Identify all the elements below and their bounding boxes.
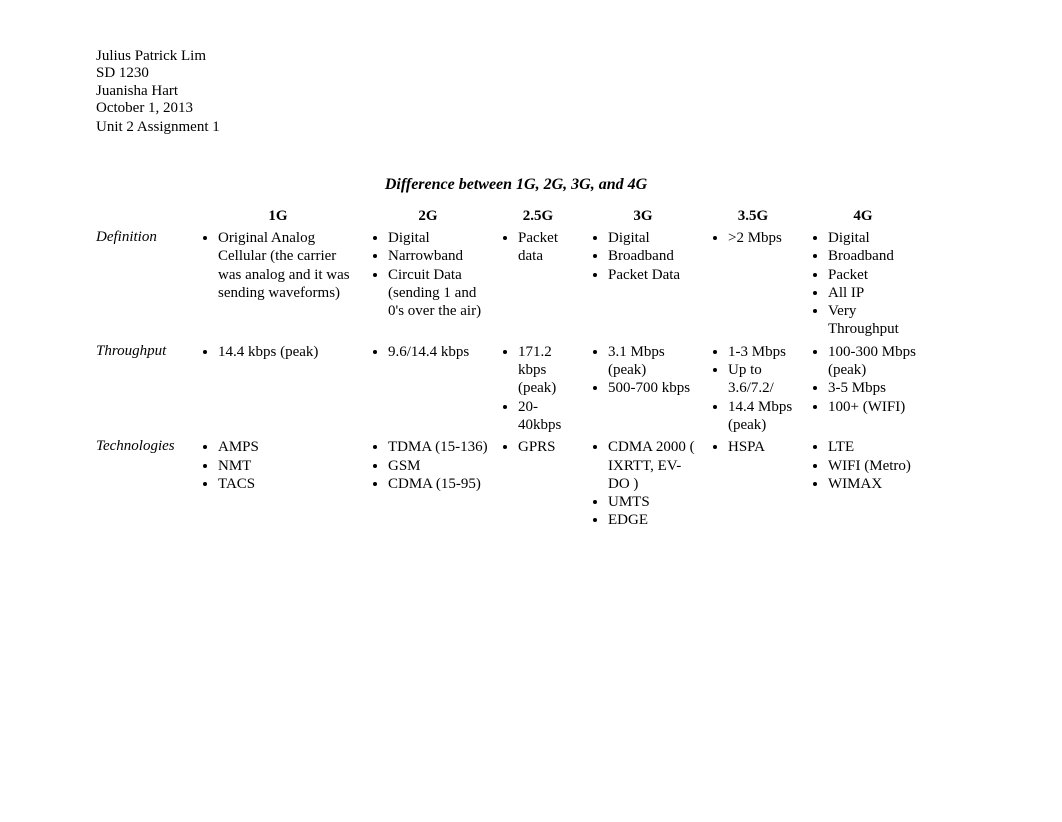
cell-list: 3.1 Mbps (peak)500-700 kbps — [586, 343, 700, 398]
cell-list: 9.6/14.4 kbps — [366, 343, 490, 361]
col-1g: 1G — [196, 208, 366, 229]
list-item: 3-5 Mbps — [828, 379, 920, 397]
row-label: Technologies — [96, 438, 196, 533]
cell-list: Packet data — [496, 229, 580, 266]
assignment-title: Unit 2 Assignment 1 — [96, 119, 1062, 136]
table-header-row: 1G 2G 2.5G 3G 3.5G 4G — [96, 208, 926, 229]
list-item: CDMA 2000 ( IXRTT, EV-DO ) — [608, 438, 700, 493]
list-item: GPRS — [518, 438, 580, 456]
cell-list: 1-3 MbpsUp to 3.6/7.2/14.4 Mbps (peak) — [706, 343, 800, 434]
list-item: 1-3 Mbps — [728, 343, 800, 361]
row-label: Throughput — [96, 343, 196, 438]
cell-list: 171.2 kbps (peak)20-40kbps — [496, 343, 580, 434]
cell-list: DigitalBroadbandPacketAll IPVery Through… — [806, 229, 920, 339]
cell-list: TDMA (15-136)GSMCDMA (15-95) — [366, 438, 490, 493]
cell-list: CDMA 2000 ( IXRTT, EV-DO )UMTSEDGE — [586, 438, 700, 529]
list-item: 171.2 kbps (peak) — [518, 343, 580, 398]
list-item: AMPS — [218, 438, 360, 456]
table-cell: DigitalNarrowbandCircuit Data (sending 1… — [366, 229, 496, 343]
list-item: Digital — [388, 229, 490, 247]
instructor: Juanisha Hart — [96, 83, 1062, 100]
list-item: Circuit Data (sending 1 and 0's over the… — [388, 266, 490, 321]
cell-list: 100-300 Mbps (peak)3-5 Mbps100+ (WIFI) — [806, 343, 920, 416]
cell-list: LTEWIFI (Metro)WIMAX — [806, 438, 920, 493]
list-item: LTE — [828, 438, 920, 456]
cell-list: HSPA — [706, 438, 800, 456]
table-cell: >2 Mbps — [706, 229, 806, 343]
table-cell: 1-3 MbpsUp to 3.6/7.2/14.4 Mbps (peak) — [706, 343, 806, 438]
cell-list: >2 Mbps — [706, 229, 800, 247]
cell-list: DigitalNarrowbandCircuit Data (sending 1… — [366, 229, 490, 320]
list-item: TACS — [218, 475, 360, 493]
list-item: HSPA — [728, 438, 800, 456]
date: October 1, 2013 — [96, 100, 1062, 117]
list-item: Packet — [828, 266, 920, 284]
list-item: UMTS — [608, 493, 700, 511]
list-item: NMT — [218, 457, 360, 475]
list-item: WIFI (Metro) — [828, 457, 920, 475]
table-row: TechnologiesAMPSNMTTACSTDMA (15-136)GSMC… — [96, 438, 926, 533]
list-item: WIMAX — [828, 475, 920, 493]
table-cell: 171.2 kbps (peak)20-40kbps — [496, 343, 586, 438]
table-cell: Original Analog Cellular (the carrier wa… — [196, 229, 366, 343]
col-4g: 4G — [806, 208, 926, 229]
table-cell: Packet data — [496, 229, 586, 343]
list-item: Original Analog Cellular (the carrier wa… — [218, 229, 360, 302]
list-item: 100+ (WIFI) — [828, 398, 920, 416]
list-item: 14.4 kbps (peak) — [218, 343, 360, 361]
list-item: 500-700 kbps — [608, 379, 700, 397]
cell-list: AMPSNMTTACS — [196, 438, 360, 493]
list-item: 20-40kbps — [518, 398, 580, 435]
list-item: GSM — [388, 457, 490, 475]
list-item: Up to 3.6/7.2/ — [728, 361, 800, 398]
author-name: Julius Patrick Lim — [96, 48, 1062, 65]
document-title: Difference between 1G, 2G, 3G, and 4G — [96, 176, 936, 194]
col-3g: 3G — [586, 208, 706, 229]
list-item: Packet Data — [608, 266, 700, 284]
list-item: CDMA (15-95) — [388, 475, 490, 493]
list-item: EDGE — [608, 511, 700, 529]
table-cell: TDMA (15-136)GSMCDMA (15-95) — [366, 438, 496, 533]
table-cell: 9.6/14.4 kbps — [366, 343, 496, 438]
col-2g: 2G — [366, 208, 496, 229]
list-item: 100-300 Mbps (peak) — [828, 343, 920, 380]
list-item: 9.6/14.4 kbps — [388, 343, 490, 361]
table-cell: 100-300 Mbps (peak)3-5 Mbps100+ (WIFI) — [806, 343, 926, 438]
table-cell: DigitalBroadbandPacket Data — [586, 229, 706, 343]
col-35g: 3.5G — [706, 208, 806, 229]
col-25g: 2.5G — [496, 208, 586, 229]
table-cell: GPRS — [496, 438, 586, 533]
row-label: Definition — [96, 229, 196, 343]
table-cell: AMPSNMTTACS — [196, 438, 366, 533]
list-item: Digital — [828, 229, 920, 247]
list-item: TDMA (15-136) — [388, 438, 490, 456]
list-item: Narrowband — [388, 247, 490, 265]
table-cell: LTEWIFI (Metro)WIMAX — [806, 438, 926, 533]
comparison-table: 1G 2G 2.5G 3G 3.5G 4G Definition Original… — [96, 208, 926, 534]
table-cell: 14.4 kbps (peak) — [196, 343, 366, 438]
list-item: All IP — [828, 284, 920, 302]
list-item: 14.4 Mbps (peak) — [728, 398, 800, 435]
cell-list: Original Analog Cellular (the carrier wa… — [196, 229, 360, 302]
cell-list: 14.4 kbps (peak) — [196, 343, 360, 361]
table-row: Throughput 14.4 kbps (peak) 9.6/14.4 kbps 1… — [96, 343, 926, 438]
list-item: Very Throughput — [828, 302, 920, 339]
table-row: Definition Original Analog Cellular (the … — [96, 229, 926, 343]
table-cell: 3.1 Mbps (peak)500-700 kbps — [586, 343, 706, 438]
list-item: Packet data — [518, 229, 580, 266]
list-item: Broadband — [828, 247, 920, 265]
list-item: Broadband — [608, 247, 700, 265]
list-item: >2 Mbps — [728, 229, 800, 247]
list-item: Digital — [608, 229, 700, 247]
course-code: SD 1230 — [96, 65, 1062, 82]
table-cell: HSPA — [706, 438, 806, 533]
table-cell: DigitalBroadbandPacketAll IPVery Through… — [806, 229, 926, 343]
table-cell: CDMA 2000 ( IXRTT, EV-DO )UMTSEDGE — [586, 438, 706, 533]
list-item: 3.1 Mbps (peak) — [608, 343, 700, 380]
cell-list: DigitalBroadbandPacket Data — [586, 229, 700, 284]
cell-list: GPRS — [496, 438, 580, 456]
